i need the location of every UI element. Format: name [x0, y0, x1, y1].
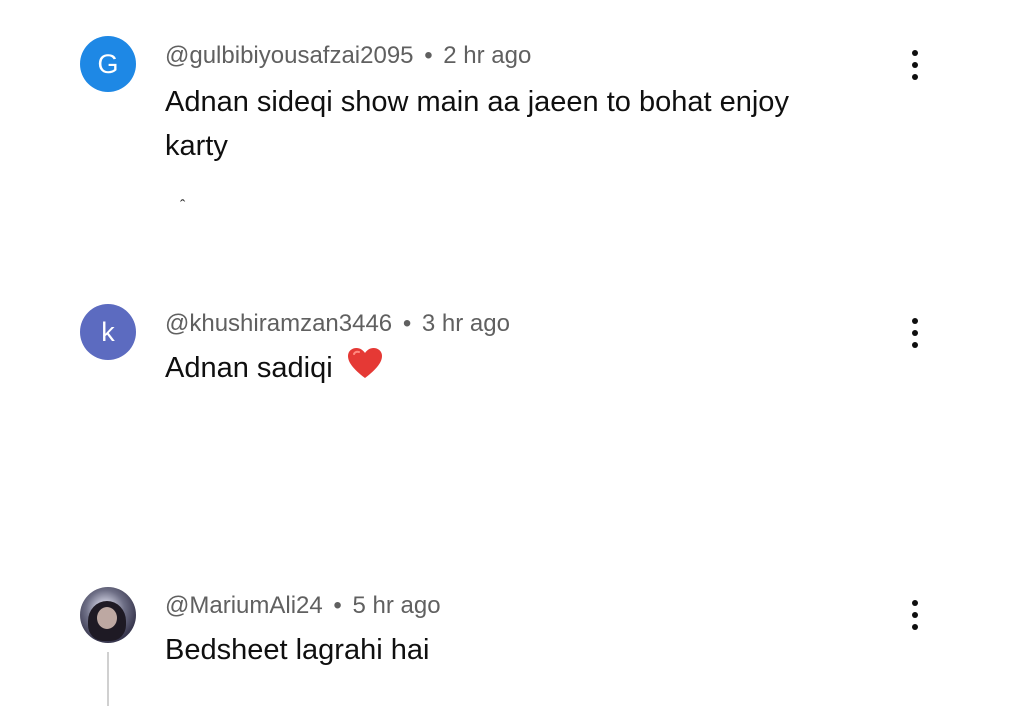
- red-heart-icon: [347, 347, 383, 392]
- comment-meta: @gulbibiyousafzai2095 • 2 hr ago: [165, 42, 531, 70]
- comment-text: Bedsheet lagrahi hai: [165, 634, 430, 666]
- avatar[interactable]: [80, 587, 136, 643]
- comment-author-handle[interactable]: @khushiramzan3446: [165, 310, 392, 337]
- reply-thread-line: [107, 652, 109, 706]
- scratch-mark: ˆ: [180, 198, 186, 215]
- comment-meta: @khushiramzan3446 • 3 hr ago: [165, 310, 510, 338]
- comment-author-handle[interactable]: @MariumAli24: [165, 592, 323, 619]
- avatar-photo-face: [97, 607, 117, 629]
- more-vert-icon[interactable]: [900, 45, 930, 85]
- avatar-letter: k: [101, 316, 115, 347]
- comment-meta: @MariumAli24 • 5 hr ago: [165, 592, 441, 620]
- meta-separator: •: [333, 592, 342, 619]
- more-vert-icon[interactable]: [900, 595, 930, 635]
- meta-separator: •: [424, 42, 433, 69]
- comment-text: Adnan sadiqi: [165, 352, 333, 384]
- avatar[interactable]: G: [80, 36, 136, 92]
- comment-timestamp[interactable]: 5 hr ago: [352, 592, 440, 619]
- comment-text-row: Adnan sadiqi: [165, 346, 865, 392]
- comment-text: Adnan sideqi show main aa jaeen to bohat…: [165, 86, 789, 162]
- avatar[interactable]: k: [80, 304, 136, 360]
- comment-author-handle[interactable]: @gulbibiyousafzai2095: [165, 42, 414, 69]
- comment-timestamp[interactable]: 3 hr ago: [422, 310, 510, 337]
- comment-timestamp[interactable]: 2 hr ago: [443, 42, 531, 69]
- meta-separator: •: [402, 310, 412, 337]
- avatar-letter: G: [97, 48, 119, 79]
- more-vert-icon[interactable]: [900, 313, 930, 353]
